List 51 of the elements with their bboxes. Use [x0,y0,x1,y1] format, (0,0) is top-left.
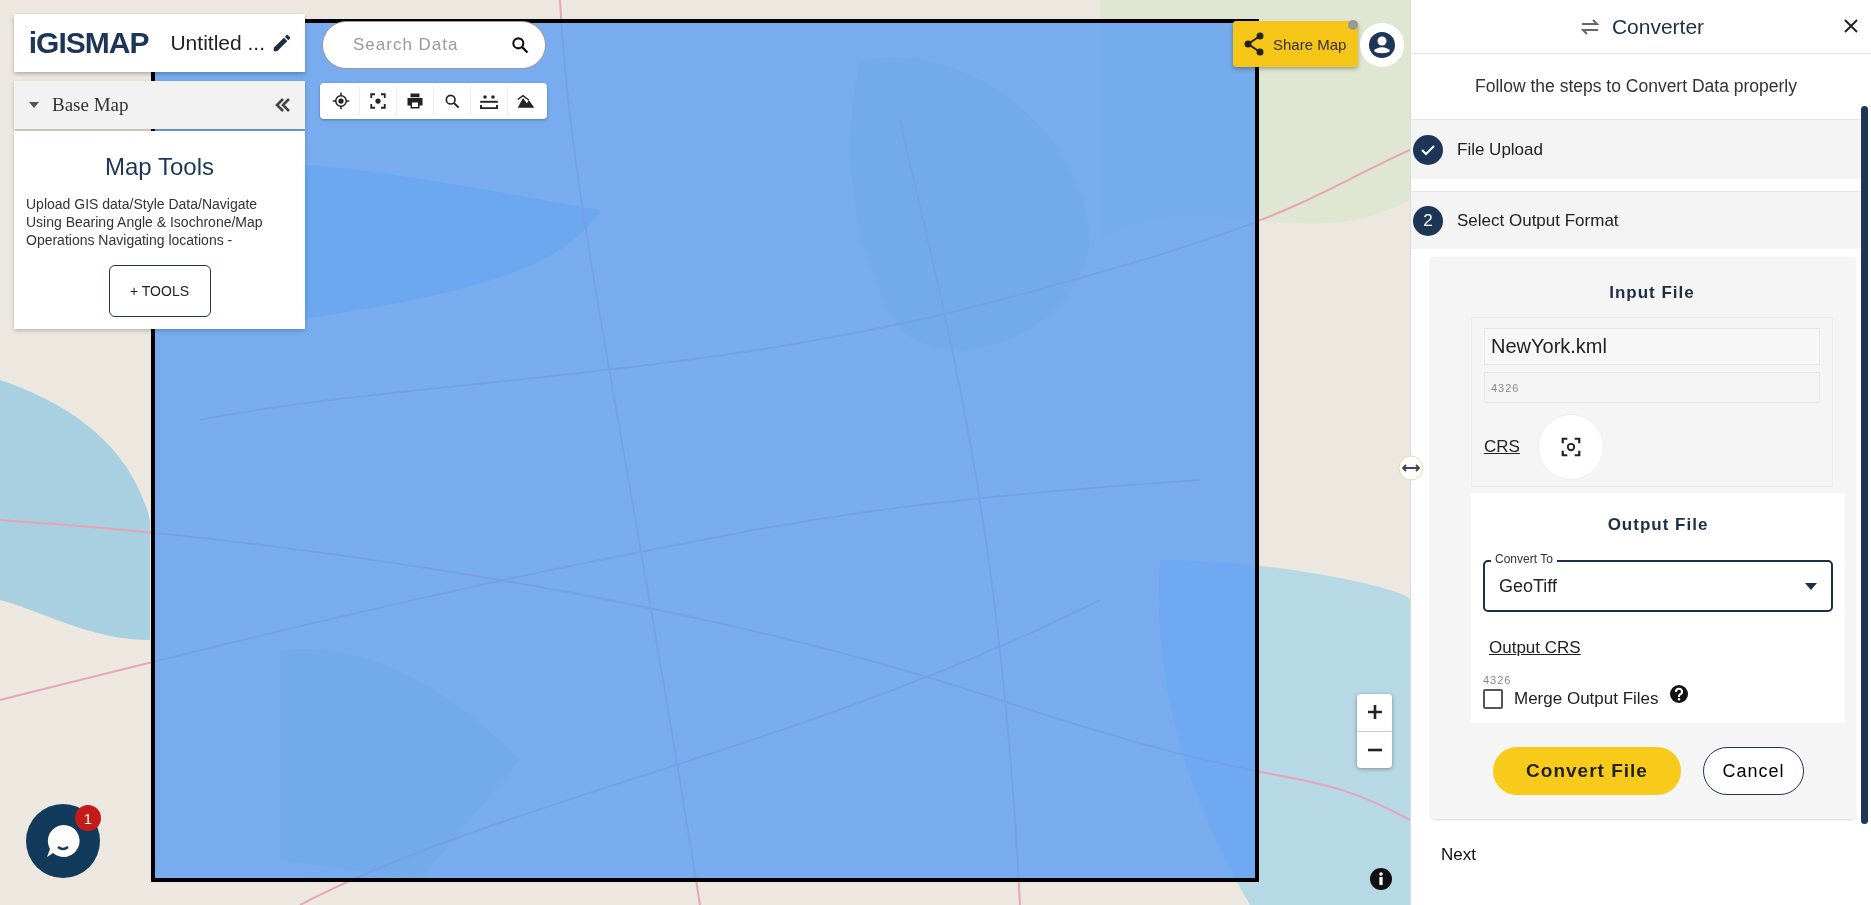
panel-title: Converter [1611,14,1705,39]
step-label: Select Output Format [1457,210,1619,231]
info-icon[interactable] [1370,868,1392,890]
close-icon[interactable] [1843,18,1859,34]
step-header[interactable]: File Upload [1411,119,1861,179]
help-icon[interactable] [1669,685,1688,703]
scrollbar[interactable] [1861,106,1868,824]
step-label: File Upload [1457,139,1543,160]
map-tools-title: Map Tools [105,153,214,181]
merge-label: Merge Output Files [1514,689,1659,709]
map-title: Untitled ... [170,31,265,55]
merge-checkbox[interactable] [1483,689,1503,709]
status-dot [1348,20,1358,30]
search-field[interactable]: Search Data [322,21,546,69]
chat-bubble-icon [45,823,81,859]
step-number: 2 [1413,205,1443,236]
caret-icon [28,101,40,109]
pencil-icon[interactable] [271,32,293,54]
step-header[interactable]: 2 Select Output Format [1411,191,1861,249]
section-heading: Output File [1606,515,1710,536]
focus-icon [1559,436,1582,458]
search-icon[interactable] [510,35,530,55]
base-map-bar[interactable]: Base Map [14,81,305,129]
file-name-field[interactable]: NewYork.kml [1484,328,1820,365]
dropdown-value: GeoTiff [1499,575,1558,597]
output-crs-code: 4326 [1483,674,1513,686]
terrain-icon[interactable] [517,93,535,109]
output-crs-link[interactable]: Output CRS [1489,638,1833,658]
share-icon [1243,32,1265,56]
focus-icon[interactable] [369,92,387,110]
zoom-in-icon[interactable] [1367,705,1382,720]
search-icon[interactable] [444,93,460,109]
measure-icon[interactable] [479,93,499,109]
tools-button[interactable]: + TOOLS [108,265,211,317]
convert-file-button[interactable]: Convert File [1493,747,1681,795]
caret-icon [1805,582,1817,590]
base-map-label: Base Map [52,94,130,116]
locate-icon[interactable] [332,92,350,110]
section-heading: Input File [1608,283,1696,304]
user-avatar-icon[interactable] [1360,23,1404,67]
zoom-out-icon[interactable] [1367,747,1382,752]
logo: iGISMAP [28,26,149,60]
collapse-icon[interactable] [275,98,291,112]
share-map-button[interactable]: Share Map [1233,21,1358,67]
cancel-button[interactable]: Cancel [1703,747,1804,795]
map-tools-description: Upload GIS data/Style Data/Navigate Using Bearing Angle & Isochrone/Map Operations Navigating locations - [26,195,264,249]
print-icon[interactable] [406,92,424,110]
crs-link[interactable]: CRS [1484,437,1520,457]
next-step-label: Next [1440,844,1477,865]
resize-handle-icon[interactable] [1398,455,1424,481]
instructions-text: Follow the steps to Convert Data properly [1474,75,1798,98]
